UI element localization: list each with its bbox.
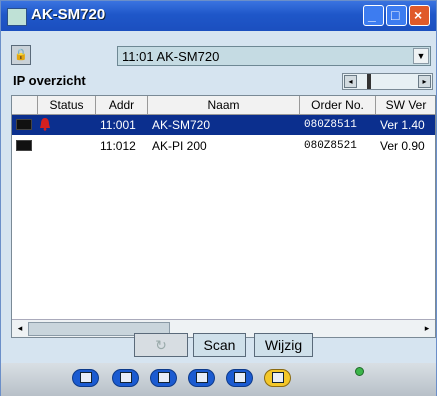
col-header-status[interactable]: Status (38, 96, 96, 114)
refresh-icon: ↻ (155, 337, 167, 353)
col-header-swver[interactable]: SW Ver (376, 96, 435, 114)
col-header-naam[interactable]: Naam (148, 96, 300, 114)
cell-swver: Ver 0.90 (380, 139, 425, 153)
device-icon (16, 119, 32, 130)
title-bar: AK-SM720 _ □ × (1, 1, 436, 31)
maximize-button[interactable]: □ (386, 5, 407, 26)
section-title: IP overzicht (13, 73, 86, 88)
table-header: Status Addr Naam Order No. SW Ver (12, 96, 435, 115)
col-header-icon (12, 96, 38, 114)
app-window: AK-SM720 _ □ × 🔒 11:01 AK-SM720 ▼ IP ove… (0, 0, 437, 396)
action-buttons: ↻ Scan Wijzig (1, 331, 436, 363)
scan-button[interactable]: Scan (193, 333, 246, 357)
nav-network-button[interactable] (72, 369, 99, 387)
connection-icon (272, 372, 284, 383)
lock-icon: 🔒 (14, 49, 28, 61)
device-selector[interactable]: 11:01 AK-SM720 ▼ (117, 46, 431, 66)
app-icon (7, 8, 27, 26)
cell-order: 080Z8511 (304, 119, 357, 131)
cell-naam: AK-PI 200 (152, 139, 207, 153)
cell-addr: 11:001 (100, 118, 136, 132)
network-icon (80, 372, 92, 383)
close-button[interactable]: × (409, 5, 430, 26)
slider-left-button[interactable]: ◂ (344, 75, 357, 88)
slider-right-button[interactable]: ▸ (418, 75, 431, 88)
minimize-icon: _ (368, 7, 376, 23)
table-row[interactable]: 11:012 AK-PI 200 080Z8521 Ver 0.90 (12, 136, 435, 156)
table-row[interactable]: 11:001 AK-SM720 080Z8511 Ver 1.40 (12, 115, 435, 135)
minimize-button[interactable]: _ (363, 5, 384, 26)
device-icon (234, 372, 246, 383)
cell-naam: AK-SM720 (152, 118, 211, 132)
bell-icon (196, 372, 208, 383)
status-led (355, 367, 364, 376)
window-title: AK-SM720 (31, 6, 106, 23)
ip-table: Status Addr Naam Order No. SW Ver 11:001… (11, 95, 436, 338)
cell-order: 080Z8521 (304, 140, 357, 152)
close-icon: × (414, 7, 423, 23)
col-header-order[interactable]: Order No. (300, 96, 376, 114)
nav-alarm-button[interactable] (188, 369, 215, 387)
nav-connection-button[interactable] (264, 369, 291, 387)
slider-thumb[interactable] (367, 74, 371, 89)
cell-addr: 11:012 (100, 139, 136, 153)
device-icon (16, 140, 32, 151)
nav-device-button[interactable] (226, 369, 253, 387)
alarm-bell-icon (40, 118, 50, 131)
ip-overview-bar: IP overzicht ◂ ▸ (1, 69, 436, 93)
zoom-slider[interactable]: ◂ ▸ (342, 73, 433, 90)
device-selector-value: 11:01 AK-SM720 (122, 49, 220, 64)
wijzig-button[interactable]: Wijzig (254, 333, 313, 357)
nav-list-button[interactable] (112, 369, 139, 387)
refresh-button[interactable]: ↻ (134, 333, 188, 357)
cell-swver: Ver 1.40 (380, 118, 425, 132)
bottom-toolbar (1, 363, 436, 396)
maximize-icon: □ (391, 7, 400, 23)
lock-button[interactable]: 🔒 (11, 45, 31, 65)
chevron-down-icon[interactable]: ▼ (413, 48, 429, 64)
device-selector-row: 🔒 11:01 AK-SM720 ▼ (1, 39, 436, 69)
col-header-addr[interactable]: Addr (96, 96, 148, 114)
graph-icon (158, 372, 170, 383)
list-icon (120, 372, 132, 383)
nav-graph-button[interactable] (150, 369, 177, 387)
